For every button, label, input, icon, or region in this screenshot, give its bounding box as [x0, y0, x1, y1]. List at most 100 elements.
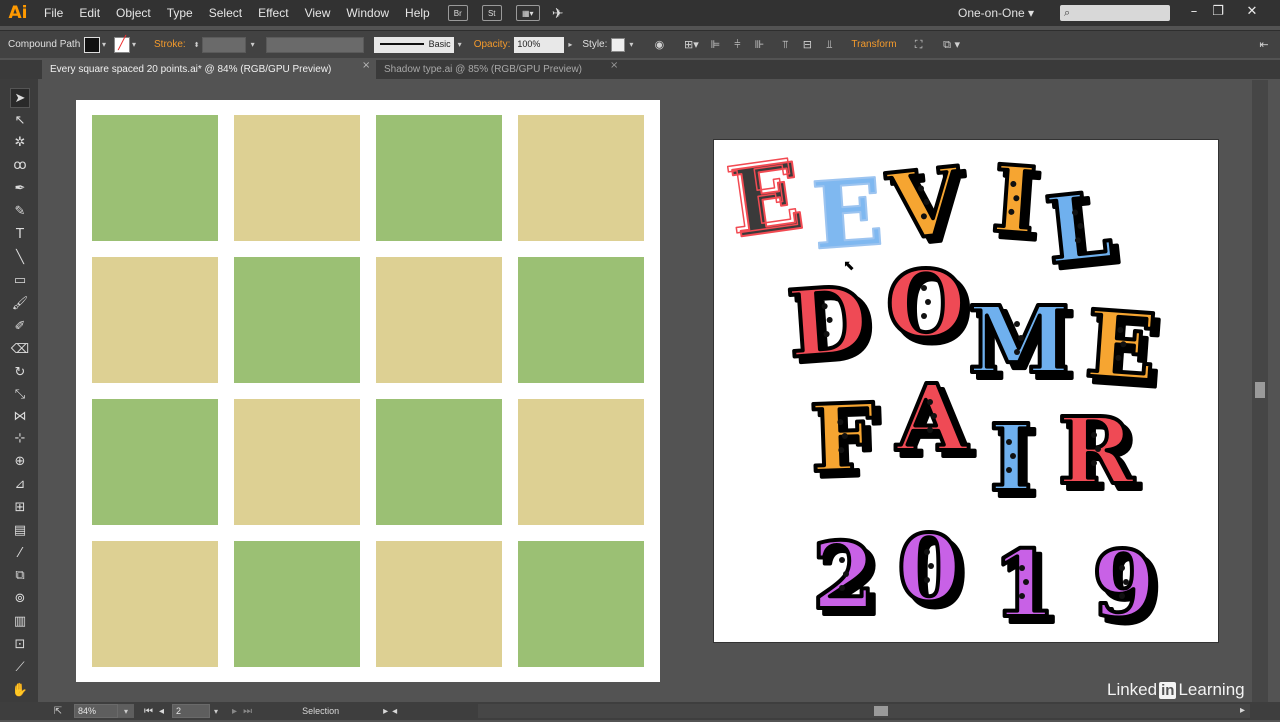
shaper-tool-icon[interactable]: ✐: [10, 316, 30, 336]
letter-m[interactable]: MM: [966, 284, 1078, 402]
grid-square-tan[interactable]: [234, 399, 360, 525]
isolate-icon[interactable]: ⛶: [911, 37, 927, 53]
artboard-square-grid[interactable]: [76, 100, 660, 682]
variable-width-field[interactable]: [265, 36, 364, 53]
stroke-swatch[interactable]: ╱: [114, 36, 130, 53]
align-center-icon[interactable]: ⫩: [729, 37, 745, 53]
grid-square-tan[interactable]: [518, 115, 644, 241]
shape-builder-tool-icon[interactable]: ⊕: [10, 451, 30, 471]
slice-tool-icon[interactable]: ⟋: [10, 657, 30, 677]
grid-square-green[interactable]: [518, 257, 644, 383]
scroll-right-icon[interactable]: ▸: [1240, 705, 1245, 716]
letter-i[interactable]: II: [987, 143, 1047, 264]
menu-file[interactable]: File: [36, 0, 71, 26]
minimize-icon[interactable]: –: [1182, 0, 1206, 22]
grid-square-green[interactable]: [234, 541, 360, 667]
letter-i[interactable]: II: [987, 402, 1040, 520]
column-graph-tool-icon[interactable]: ▥: [10, 611, 30, 631]
artboard-shadow-type[interactable]: EEEVVIILLDDOOMMEEFFAAIIRR22001199: [713, 139, 1219, 643]
grid-square-tan[interactable]: [376, 541, 502, 667]
letter-o[interactable]: OO: [884, 248, 974, 366]
type-tool-icon[interactable]: T: [10, 224, 30, 244]
grid-square-green[interactable]: [92, 115, 218, 241]
rectangle-tool-icon[interactable]: ▭: [10, 270, 30, 290]
fill-dropdown[interactable]: ▾: [100, 37, 108, 53]
tab-every-square[interactable]: Every square spaced 20 points.ai* @ 84% …: [42, 60, 376, 79]
stroke-weight-field[interactable]: [201, 36, 246, 53]
free-transform-tool-icon[interactable]: ⊹: [10, 428, 30, 448]
restore-icon[interactable]: ❐: [1206, 0, 1230, 22]
horizontal-scrollbar[interactable]: [478, 704, 1250, 718]
letter-2[interactable]: 22: [810, 520, 884, 638]
letter-e[interactable]: EE: [1080, 288, 1167, 411]
scroll-left-icon[interactable]: ◂: [392, 706, 397, 717]
letter-l[interactable]: LL: [1039, 169, 1125, 293]
letter-9[interactable]: 99: [1090, 528, 1164, 642]
grid-square-green[interactable]: [376, 115, 502, 241]
align-middle-icon[interactable]: ⊟: [799, 37, 815, 53]
brush-field[interactable]: Basic: [373, 36, 454, 53]
grid-square-tan[interactable]: [518, 399, 644, 525]
next-artboard-icon[interactable]: ▸: [232, 706, 237, 717]
opacity-arrow[interactable]: ▸: [564, 37, 576, 53]
width-tool-icon[interactable]: ⋈: [10, 406, 30, 426]
pen-tool-icon[interactable]: ✒: [10, 178, 30, 198]
style-swatch[interactable]: [611, 37, 626, 52]
symbol-sprayer-tool-icon[interactable]: ⊚: [10, 588, 30, 608]
rotate-tool-icon[interactable]: ↻: [10, 362, 30, 382]
recolor-artwork-icon[interactable]: ◉: [651, 37, 667, 53]
zoom-dropdown[interactable]: ▾: [118, 704, 134, 718]
artboard-number-field[interactable]: 2: [172, 704, 211, 718]
gpu-performance-icon[interactable]: ✈: [548, 5, 568, 21]
eyedropper-tool-icon[interactable]: ⁄: [10, 543, 30, 563]
zoom-field[interactable]: 84%: [74, 704, 118, 718]
first-artboard-icon[interactable]: ⏮: [144, 706, 153, 717]
close-icon[interactable]: ✕: [1240, 0, 1264, 22]
menu-select[interactable]: Select: [201, 0, 250, 26]
scale-tool-icon[interactable]: ⤡: [10, 384, 30, 404]
artboard-tool-icon[interactable]: ⊡: [10, 634, 30, 654]
line-tool-icon[interactable]: ╲: [10, 247, 30, 267]
stroke-weight-stepper[interactable]: ⬍: [192, 37, 202, 53]
grid-square-green[interactable]: [518, 541, 644, 667]
lasso-tool-icon[interactable]: ꝏ: [10, 155, 30, 175]
bridge-icon[interactable]: Br: [447, 5, 468, 21]
opacity-field[interactable]: 100%: [514, 36, 565, 53]
menu-effect[interactable]: Effect: [250, 0, 296, 26]
tab-shadow-type[interactable]: Shadow type.ai @ 85% (RGB/GPU Preview): [376, 60, 626, 79]
status-tool-label[interactable]: Selection: [302, 706, 339, 716]
blend-tool-icon[interactable]: ⧉: [10, 565, 30, 585]
letter-e[interactable]: E: [808, 157, 887, 272]
paintbrush-tool-icon[interactable]: 🖌: [10, 293, 30, 313]
fill-swatch[interactable]: [84, 36, 100, 53]
arrange-documents-icon[interactable]: ▦▾: [515, 5, 540, 21]
opacity-label[interactable]: Opacity:: [474, 39, 511, 50]
magic-wand-tool-icon[interactable]: ✲: [10, 132, 30, 152]
workspace-switcher[interactable]: One-on-One ▾: [958, 0, 1034, 26]
envelope-icon[interactable]: ⧉ ▾: [939, 37, 965, 53]
direct-selection-tool-icon[interactable]: ↖: [10, 110, 30, 130]
status-menu-icon[interactable]: ▸: [383, 706, 388, 717]
vertical-scrollbar[interactable]: [1252, 80, 1268, 702]
style-dropdown[interactable]: ▾: [625, 37, 637, 53]
vertical-scroll-thumb[interactable]: [1255, 382, 1265, 398]
letter-f[interactable]: FF: [806, 381, 885, 501]
shadow-type-artwork[interactable]: EE E VV II LLDD OO MM EEFF AA II RR22 00 11 99: [714, 140, 1218, 642]
grid-square-tan[interactable]: [234, 115, 360, 241]
menu-window[interactable]: Window: [338, 0, 397, 26]
grid-square-tan[interactable]: [376, 257, 502, 383]
letter-a[interactable]: AA: [893, 362, 977, 480]
mesh-tool-icon[interactable]: ⊞: [10, 497, 30, 517]
perspective-grid-tool-icon[interactable]: ⊿: [10, 474, 30, 494]
stroke-weight-dropdown[interactable]: ▾: [246, 37, 260, 53]
align-bottom-icon[interactable]: ⫫: [821, 37, 837, 53]
stroke-dropdown[interactable]: ▾: [130, 37, 138, 53]
menu-object[interactable]: Object: [108, 0, 159, 26]
panel-menu-icon[interactable]: ⇤: [1256, 37, 1272, 53]
menu-help[interactable]: Help: [397, 0, 438, 26]
stroke-label[interactable]: Stroke:: [154, 39, 186, 50]
curvature-tool-icon[interactable]: ✎: [10, 201, 30, 221]
gradient-tool-icon[interactable]: ▤: [10, 520, 30, 540]
align-to-icon[interactable]: ⊞▾: [683, 37, 699, 53]
hand-tool-icon[interactable]: ✋: [10, 680, 30, 700]
